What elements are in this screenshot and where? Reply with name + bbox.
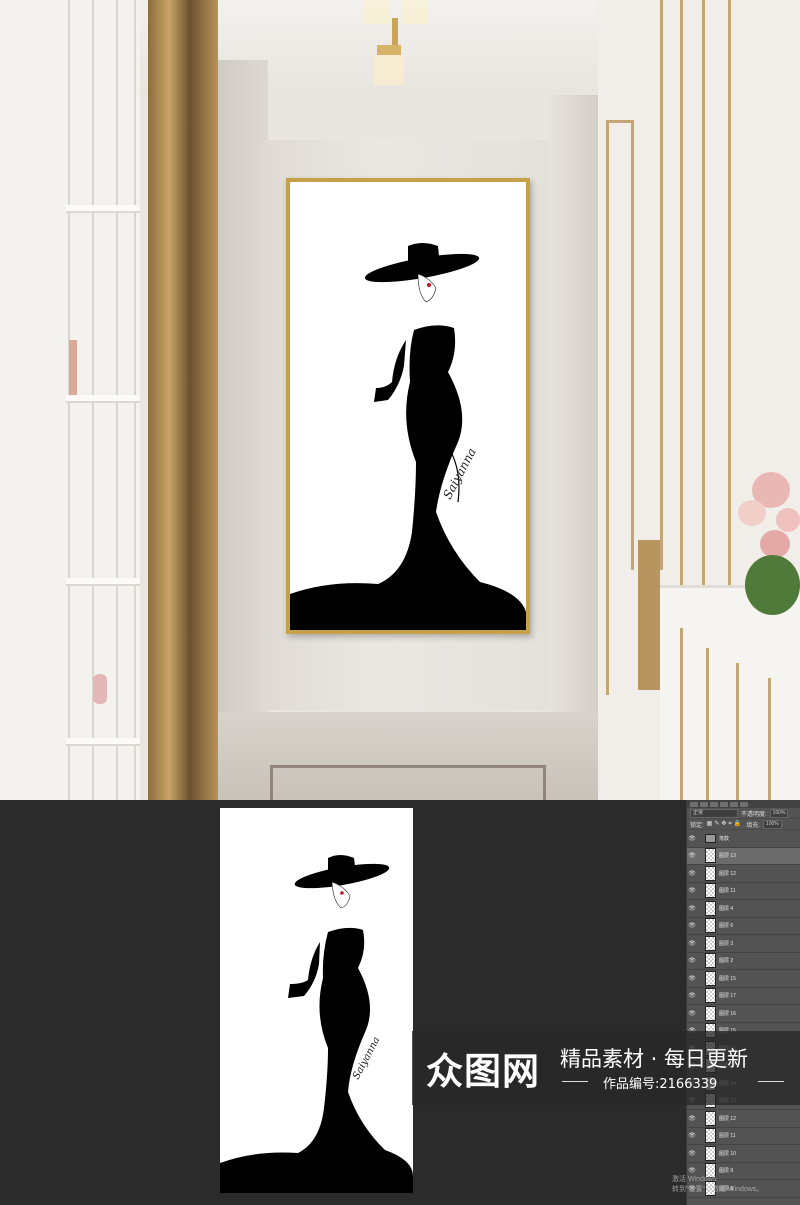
layer-thumbnail <box>705 865 716 881</box>
watermark-logo: 众图网 <box>426 1050 540 1093</box>
ceiling-chandelier <box>364 0 428 85</box>
layer-thumbnail <box>705 848 716 864</box>
panel-tab[interactable] <box>730 802 738 807</box>
layer-row[interactable]: 👁 图层 13 <box>687 847 800 865</box>
layer-thumbnail <box>705 1145 716 1161</box>
fill-input[interactable]: 100% <box>762 819 782 829</box>
layer-name: 图层 3 <box>719 940 734 947</box>
layer-name: 图层 4 <box>719 905 734 912</box>
white-cabinet <box>660 585 800 800</box>
watermark-divider-right <box>758 1081 784 1082</box>
windows-activation-notice: 激活 Windows 转到"设置"以激活 Windows。 <box>672 1175 763 1195</box>
activation-line-2: 转到"设置"以激活 Windows。 <box>672 1186 764 1193</box>
document-canvas[interactable]: Saiyanna <box>220 808 413 1193</box>
fill-label: 填充: <box>746 822 760 829</box>
opacity-input[interactable]: 100% <box>769 808 789 818</box>
panel-tab[interactable] <box>710 802 718 807</box>
visibility-eye-icon[interactable]: 👁 <box>687 975 697 982</box>
shelf-decor-vase <box>69 340 77 395</box>
activation-line-1: 激活 Windows <box>672 1176 717 1183</box>
layer-name: 图层 16 <box>719 1010 736 1017</box>
layer-thumbnail <box>705 953 716 969</box>
layer-row[interactable]: 👁 图层 15 <box>687 970 800 988</box>
visibility-eye-icon[interactable]: 👁 <box>687 1150 697 1157</box>
layer-name: 图层 13 <box>719 853 736 860</box>
floor-inlay-stripe <box>270 765 546 800</box>
layer-name: 图层 17 <box>719 993 736 1000</box>
watermark-divider-left <box>562 1081 588 1082</box>
layer-row[interactable]: 👁 图层 12 <box>687 1110 800 1128</box>
blend-row: 正常 不透明度: 100% <box>687 808 800 819</box>
layer-thumbnail <box>705 988 716 1004</box>
layer-name: 图层 10 <box>719 1150 736 1157</box>
layer-row[interactable]: 👁 图层 17 <box>687 988 800 1005</box>
visibility-eye-icon[interactable]: 👁 <box>687 922 697 929</box>
opacity-label: 不透明度: <box>741 811 767 818</box>
visibility-eye-icon[interactable]: 👁 <box>687 852 697 859</box>
layer-row[interactable]: 👁 落款 <box>687 830 800 848</box>
layer-row[interactable]: 👁 图层 2 <box>687 953 800 970</box>
watermark-work-id: 作品编号:2166339 <box>603 1077 718 1092</box>
panel-tab[interactable] <box>690 802 698 807</box>
lady-silhouette-art-preview: Saiyanna <box>220 855 413 1193</box>
visibility-eye-icon[interactable]: 👁 <box>687 1010 697 1017</box>
layer-thumbnail <box>705 935 716 951</box>
layer-name: 落款 <box>719 835 730 842</box>
layer-row[interactable]: 👁 图层 10 <box>687 1145 800 1163</box>
panel-tabs <box>687 800 800 808</box>
visibility-eye-icon[interactable]: 👁 <box>687 870 697 877</box>
layer-thumbnail <box>705 1005 716 1021</box>
layer-row[interactable]: 👁 图层 4 <box>687 900 800 918</box>
folder-icon <box>705 833 716 843</box>
visibility-eye-icon[interactable]: 👁 <box>687 992 697 999</box>
visibility-eye-icon[interactable]: 👁 <box>687 835 697 842</box>
layer-list: 👁 落款 👁 图层 13 👁 图层 12 👁 图层 11 👁 图层 4 👁 图层 6 👁 图层 3 👁 图层 … <box>687 830 800 1198</box>
layer-thumbnail <box>705 1128 716 1144</box>
layer-thumbnail <box>705 900 716 916</box>
room-mockup-photo: Saiyanna <box>0 0 800 800</box>
visibility-eye-icon[interactable]: 👁 <box>687 1132 697 1139</box>
layer-name: 图层 6 <box>719 923 734 930</box>
framed-artwork: Saiyanna <box>286 178 530 634</box>
watermark-slogan: 精品素材 · 每日更新 <box>560 1047 749 1071</box>
visibility-eye-icon[interactable]: 👁 <box>687 940 697 947</box>
lock-label: 锁定: <box>690 822 704 829</box>
layer-name: 图层 2 <box>719 958 734 965</box>
watermark-banner: 众图网 精品素材 · 每日更新 作品编号:2166339 <box>412 1031 800 1105</box>
gold-glass-panel <box>148 0 218 800</box>
layer-thumbnail <box>705 918 716 934</box>
layer-thumbnail <box>705 883 716 899</box>
layer-row[interactable]: 👁 图层 12 <box>687 865 800 883</box>
layer-name: 图层 11 <box>719 1133 736 1140</box>
layer-row[interactable]: 👁 图层 6 <box>687 918 800 935</box>
white-bookshelf <box>0 0 140 800</box>
corridor-right-wall <box>548 95 598 755</box>
layer-row[interactable]: 👁 图层 16 <box>687 1005 800 1023</box>
layer-thumbnail <box>705 1110 716 1126</box>
layer-name: 图层 15 <box>719 975 736 982</box>
layer-name: 图层 11 <box>719 888 736 895</box>
layer-row[interactable]: 👁 图层 11 <box>687 883 800 900</box>
corridor-left-wall <box>218 60 268 780</box>
layers-panel: 正常 不透明度: 100% 锁定: ▦✎✥⌗🔒 填充: 100% 👁 落款 👁 图层 … <box>686 800 800 1205</box>
panel-tab[interactable] <box>740 802 748 807</box>
panel-tab[interactable] <box>720 802 728 807</box>
visibility-eye-icon[interactable]: 👁 <box>687 957 697 964</box>
visibility-eye-icon[interactable]: 👁 <box>687 905 697 912</box>
visibility-eye-icon[interactable]: 👁 <box>687 1115 697 1122</box>
visibility-eye-icon[interactable]: 👁 <box>687 887 697 894</box>
shelf-decor-figurine <box>93 674 107 704</box>
layer-name: 图层 12 <box>719 870 736 877</box>
lady-silhouette-art: Saiyanna <box>290 243 526 630</box>
layer-row[interactable]: 👁 图层 11 <box>687 1128 800 1145</box>
lock-icons[interactable]: ▦✎✥⌗🔒 <box>707 820 744 828</box>
layer-thumbnail <box>705 970 716 986</box>
layer-name: 图层 9 <box>719 1168 734 1175</box>
lock-row: 锁定: ▦✎✥⌗🔒 填充: 100% <box>687 819 800 830</box>
layer-name: 图层 12 <box>719 1115 736 1122</box>
panel-tab[interactable] <box>700 802 708 807</box>
layer-row[interactable]: 👁 图层 3 <box>687 935 800 953</box>
visibility-eye-icon[interactable]: 👁 <box>687 1167 697 1174</box>
blend-mode-select[interactable]: 正常 <box>690 808 738 818</box>
